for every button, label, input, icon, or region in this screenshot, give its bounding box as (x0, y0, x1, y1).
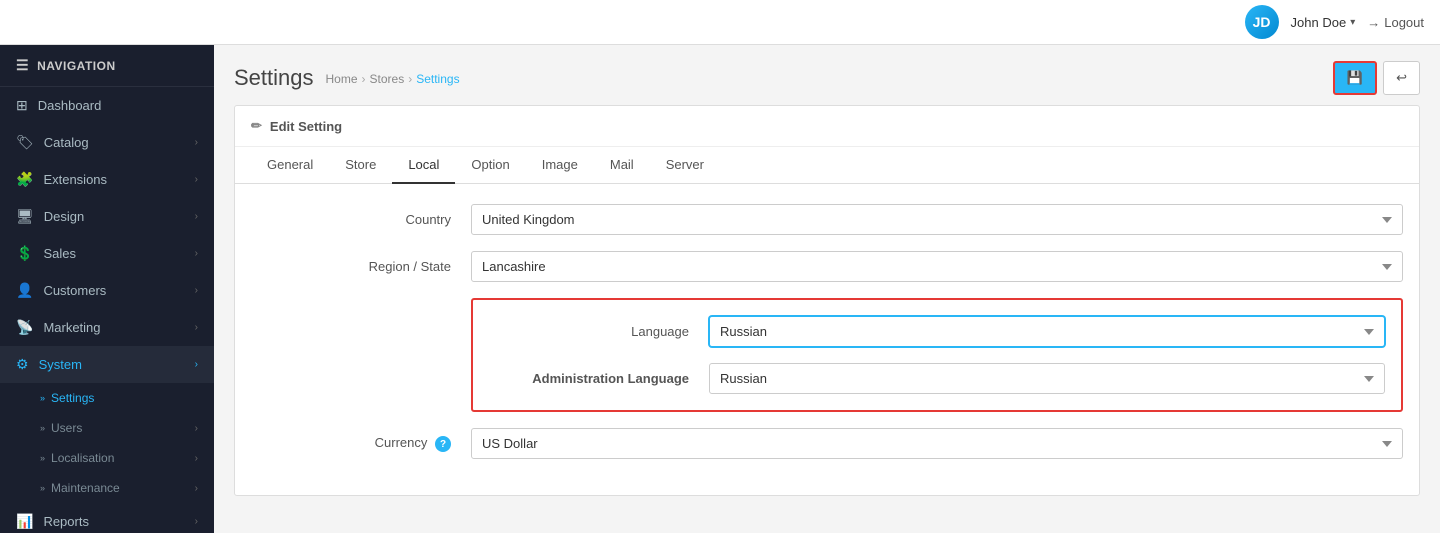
system-icon: ⚙ (16, 356, 29, 373)
reports-chevron-icon: › (195, 516, 198, 527)
username: John Doe (1291, 15, 1347, 30)
currency-label: Currency ? (251, 435, 471, 453)
settings-card: ✏ Edit Setting General Store Local Optio… (234, 105, 1420, 496)
sales-chevron-icon: › (195, 248, 198, 259)
currency-select[interactable]: US DollarEuroBritish Pound (471, 428, 1403, 459)
dashboard-icon: ⊞ (16, 97, 28, 114)
admin-language-group: Administration Language RussianEnglishGe… (489, 363, 1385, 394)
tab-option[interactable]: Option (455, 147, 525, 184)
breadcrumb-home[interactable]: Home (326, 72, 358, 86)
sidebar-subitem-settings[interactable]: » Settings (0, 383, 214, 413)
breadcrumb-sep-2: › (408, 72, 412, 86)
extensions-chevron-icon: › (195, 174, 198, 185)
maintenance-dot-icon: » (40, 483, 45, 493)
localisation-chevron-icon: › (195, 453, 198, 464)
admin-language-label: Administration Language (489, 371, 709, 386)
pencil-icon: ✏ (251, 118, 262, 134)
nav-header: ☰ NAVIGATION (0, 45, 214, 87)
breadcrumb-settings[interactable]: Settings (416, 72, 459, 86)
sidebar-subitem-users[interactable]: » Users › (0, 413, 214, 443)
sidebar-item-extensions[interactable]: 🧩 Extensions › (0, 161, 214, 198)
content-area: Settings Home › Stores › Settings 💾 ↩ (214, 45, 1440, 533)
sidebar-item-design[interactable]: 🖥 Design › (0, 198, 214, 235)
country-label: Country (251, 212, 471, 227)
language-group: Language RussianEnglishGermanFrench (489, 316, 1385, 347)
hamburger-icon: ☰ (16, 57, 29, 74)
sidebar: ☰ NAVIGATION ⊞ Dashboard 🏷 Catalog › 🧩 E… (0, 45, 214, 533)
breadcrumb-stores[interactable]: Stores (370, 72, 405, 86)
language-highlight-box: Language RussianEnglishGermanFrench Admi… (471, 298, 1403, 412)
tab-general[interactable]: General (251, 147, 329, 184)
page-title: Settings (234, 65, 314, 91)
design-icon: 🖥 (16, 208, 34, 225)
avatar: JD (1245, 5, 1279, 39)
extensions-icon: 🧩 (16, 171, 33, 188)
marketing-icon: 📡 (16, 319, 33, 336)
topbar: JD John Doe ▾ → Logout (0, 0, 1440, 45)
design-chevron-icon: › (195, 211, 198, 222)
save-icon: 💾 (1347, 70, 1363, 86)
highlight-wrapper: Language RussianEnglishGermanFrench Admi… (251, 298, 1403, 412)
users-chevron-icon: › (195, 423, 198, 434)
card-header-label: Edit Setting (270, 119, 342, 134)
sidebar-item-sales[interactable]: 💲 Sales › (0, 235, 214, 272)
users-dot-icon: » (40, 423, 45, 433)
sidebar-item-catalog[interactable]: 🏷 Catalog › (0, 124, 214, 161)
save-button[interactable]: 💾 (1333, 61, 1377, 95)
language-label: Language (489, 324, 709, 339)
admin-language-select[interactable]: RussianEnglishGerman (709, 363, 1385, 394)
back-button[interactable]: ↩ (1383, 61, 1420, 95)
region-label: Region / State (251, 259, 471, 274)
settings-dot-icon: » (40, 393, 45, 403)
breadcrumb-sep-1: › (362, 72, 366, 86)
currency-group: Currency ? US DollarEuroBritish Pound (251, 428, 1403, 459)
system-chevron-icon: › (195, 359, 198, 370)
back-icon: ↩ (1396, 70, 1407, 85)
customers-icon: 👤 (16, 282, 33, 299)
tab-local[interactable]: Local (392, 147, 455, 184)
localisation-dot-icon: » (40, 453, 45, 463)
catalog-icon: 🏷 (16, 134, 34, 151)
sidebar-item-marketing[interactable]: 📡 Marketing › (0, 309, 214, 346)
sidebar-subitem-maintenance[interactable]: » Maintenance › (0, 473, 214, 503)
sidebar-item-customers[interactable]: 👤 Customers › (0, 272, 214, 309)
tab-mail[interactable]: Mail (594, 147, 650, 184)
settings-tabs: General Store Local Option Image Mail (235, 147, 1419, 184)
country-select[interactable]: United KingdomUnited StatesGermanyFrance (471, 204, 1403, 235)
reports-icon: 📊 (16, 513, 33, 530)
user-chevron-icon: ▾ (1350, 17, 1355, 28)
page-header: Settings Home › Stores › Settings 💾 ↩ (214, 45, 1440, 105)
customers-chevron-icon: › (195, 285, 198, 296)
catalog-chevron-icon: › (195, 137, 198, 148)
form-body: Country United KingdomUnited StatesGerma… (235, 184, 1419, 495)
main-layout: ☰ NAVIGATION ⊞ Dashboard 🏷 Catalog › 🧩 E… (0, 45, 1440, 533)
user-menu[interactable]: John Doe ▾ (1291, 15, 1356, 30)
page-actions: 💾 ↩ (1333, 61, 1420, 95)
card-header: ✏ Edit Setting (235, 106, 1419, 147)
region-select[interactable]: LancashireLondonManchester (471, 251, 1403, 282)
country-group: Country United KingdomUnited StatesGerma… (251, 204, 1403, 235)
breadcrumb: Home › Stores › Settings (326, 72, 460, 86)
sales-icon: 💲 (16, 245, 33, 262)
tab-image[interactable]: Image (526, 147, 594, 184)
sidebar-item-system[interactable]: ⚙ System › (0, 346, 214, 383)
sidebar-item-dashboard[interactable]: ⊞ Dashboard (0, 87, 214, 124)
sidebar-subitem-localisation[interactable]: » Localisation › (0, 443, 214, 473)
language-select[interactable]: RussianEnglishGermanFrench (709, 316, 1385, 347)
tab-server[interactable]: Server (650, 147, 720, 184)
maintenance-chevron-icon: › (195, 483, 198, 494)
tab-store[interactable]: Store (329, 147, 392, 184)
region-group: Region / State LancashireLondonMancheste… (251, 251, 1403, 282)
currency-help-icon[interactable]: ? (435, 436, 451, 452)
topbar-right: JD John Doe ▾ → Logout (1245, 5, 1424, 39)
marketing-chevron-icon: › (195, 322, 198, 333)
logout-icon: → (1367, 15, 1380, 30)
sidebar-item-reports[interactable]: 📊 Reports › (0, 503, 214, 533)
logout-button[interactable]: → Logout (1367, 15, 1424, 30)
